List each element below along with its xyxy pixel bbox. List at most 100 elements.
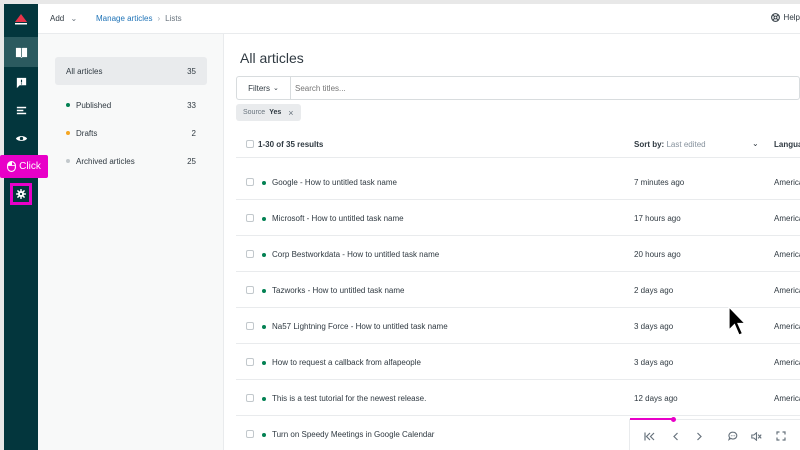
- page-title: All articles: [240, 50, 304, 66]
- last-edited: 12 days ago: [634, 394, 678, 403]
- filter-published[interactable]: Published 33: [55, 91, 207, 119]
- status-dot: [66, 131, 70, 135]
- article-title[interactable]: Google - How to untitled task name: [272, 178, 397, 187]
- fullscreen-icon[interactable]: [774, 429, 788, 443]
- status-dot: [262, 288, 266, 293]
- filter-count: 35: [187, 66, 196, 76]
- filter-label: Drafts: [76, 128, 98, 138]
- table-row[interactable]: Corp Bestworkdata - How to untitled task…: [236, 236, 800, 272]
- row-checkbox[interactable]: [246, 430, 254, 438]
- status-dot: [66, 103, 70, 107]
- mouse-icon: [7, 161, 17, 172]
- last-edited: 7 minutes ago: [634, 178, 685, 187]
- click-annotation: Click: [0, 155, 48, 178]
- article-title[interactable]: Tazworks - How to untitled task name: [272, 286, 405, 295]
- status-dot: [66, 159, 70, 163]
- row-checkbox[interactable]: [246, 394, 254, 402]
- last-edited: 3 days ago: [634, 358, 674, 367]
- article-title[interactable]: Turn on Speedy Meetings in Google Calend…: [272, 430, 434, 439]
- breadcrumb-current: Lists: [165, 14, 182, 23]
- main-content: All articles Filters ⌄ Source Yes × 1-30…: [224, 34, 800, 450]
- table-row[interactable]: Google - How to untitled task name 7 min…: [236, 164, 800, 200]
- table-row[interactable]: This is a test tutorial for the newest r…: [236, 380, 800, 416]
- logo-icon[interactable]: [4, 4, 38, 34]
- filter-drafts[interactable]: Drafts 2: [55, 119, 207, 147]
- table-header: 1-30 of 35 results Sort by: Last edited …: [236, 130, 800, 158]
- language-cell: America: [774, 286, 800, 295]
- language-cell: America: [774, 358, 800, 367]
- row-checkbox[interactable]: [246, 214, 254, 222]
- help-label: Help: [783, 13, 800, 22]
- search-input[interactable]: [295, 80, 695, 96]
- last-edited: 3 days ago: [634, 322, 674, 331]
- article-title[interactable]: Corp Bestworkdata - How to untitled task…: [272, 250, 439, 259]
- filter-label: Archived articles: [76, 156, 135, 166]
- gear-icon: [16, 189, 26, 199]
- table-row[interactable]: Tazworks - How to untitled task name 2 d…: [236, 272, 800, 308]
- prev-icon[interactable]: [668, 429, 682, 443]
- article-title[interactable]: Microsoft - How to untitled task name: [272, 214, 404, 223]
- row-checkbox[interactable]: [246, 358, 254, 366]
- select-all-checkbox[interactable]: [246, 140, 254, 148]
- status-dot: [262, 396, 266, 401]
- chevron-down-icon: ⌄: [272, 85, 279, 92]
- language-cell: America: [774, 250, 800, 259]
- language-column-header[interactable]: Langua: [774, 140, 800, 149]
- chip-value: Yes: [269, 109, 282, 116]
- help-icon: [770, 13, 780, 22]
- skip-back-icon[interactable]: [642, 429, 656, 443]
- filter-archived[interactable]: Archived articles 25: [55, 147, 207, 175]
- list-icon[interactable]: [4, 95, 38, 125]
- table-row[interactable]: Microsoft - How to untitled task name 17…: [236, 200, 800, 236]
- top-bar: Add ⌄ Manage articles › Lists Help: [38, 4, 800, 34]
- progress-bar[interactable]: [630, 418, 673, 420]
- article-title[interactable]: How to request a callback from alfapeopl…: [272, 358, 421, 367]
- sort-dropdown[interactable]: Sort by: Last edited: [634, 140, 706, 149]
- sort-label: Sort by:: [634, 140, 665, 149]
- filters-button[interactable]: Filters ⌄: [237, 77, 291, 99]
- chip-key: Source: [243, 109, 266, 116]
- book-icon[interactable]: [4, 37, 38, 67]
- filter-count: 2: [191, 128, 196, 138]
- row-checkbox[interactable]: [246, 250, 254, 258]
- next-icon[interactable]: [692, 429, 706, 443]
- last-edited: 20 hours ago: [634, 250, 681, 259]
- sort-value: Last edited: [666, 140, 706, 149]
- filter-all-articles[interactable]: All articles 35: [55, 57, 207, 85]
- feedback-icon[interactable]: [4, 67, 38, 97]
- mute-icon[interactable]: [749, 429, 763, 443]
- language-cell: America: [774, 394, 800, 403]
- breadcrumb: Manage articles › Lists: [96, 14, 182, 23]
- close-icon[interactable]: ×: [288, 108, 293, 118]
- caption-icon[interactable]: [726, 429, 740, 443]
- filters-label: Filters: [248, 83, 270, 93]
- results-count: 1-30 of 35 results: [258, 140, 324, 149]
- filter-panel: All articles 35 Published 33 Drafts 2 Ar…: [38, 34, 224, 450]
- help-button[interactable]: Help: [770, 13, 800, 22]
- chevron-down-icon: ⌄: [70, 14, 78, 23]
- eye-icon[interactable]: [4, 123, 38, 153]
- gear-highlight[interactable]: [10, 183, 32, 205]
- breadcrumb-separator: ›: [157, 14, 161, 23]
- language-cell: America: [774, 178, 800, 187]
- progress-knob[interactable]: [671, 416, 676, 422]
- article-title[interactable]: Na57 Lightning Force - How to untitled t…: [272, 322, 448, 331]
- click-label: Click: [19, 161, 41, 172]
- player-controls: [629, 416, 800, 450]
- search-bar: Filters ⌄: [236, 76, 800, 100]
- status-dot: [262, 432, 266, 437]
- table-row[interactable]: How to request a callback from alfapeopl…: [236, 344, 800, 380]
- chevron-down-icon[interactable]: ⌄: [752, 139, 759, 148]
- filter-label: All articles: [66, 66, 103, 76]
- article-title[interactable]: This is a test tutorial for the newest r…: [272, 394, 426, 403]
- status-dot: [262, 360, 266, 365]
- row-checkbox[interactable]: [246, 322, 254, 330]
- breadcrumb-manage-articles[interactable]: Manage articles: [96, 14, 152, 23]
- row-checkbox[interactable]: [246, 286, 254, 294]
- add-menu-button[interactable]: Add ⌄: [50, 14, 77, 23]
- row-checkbox[interactable]: [246, 178, 254, 186]
- last-edited: 2 days ago: [634, 286, 674, 295]
- status-dot: [262, 180, 266, 185]
- status-dot: [262, 216, 266, 221]
- table-row[interactable]: Na57 Lightning Force - How to untitled t…: [236, 308, 800, 344]
